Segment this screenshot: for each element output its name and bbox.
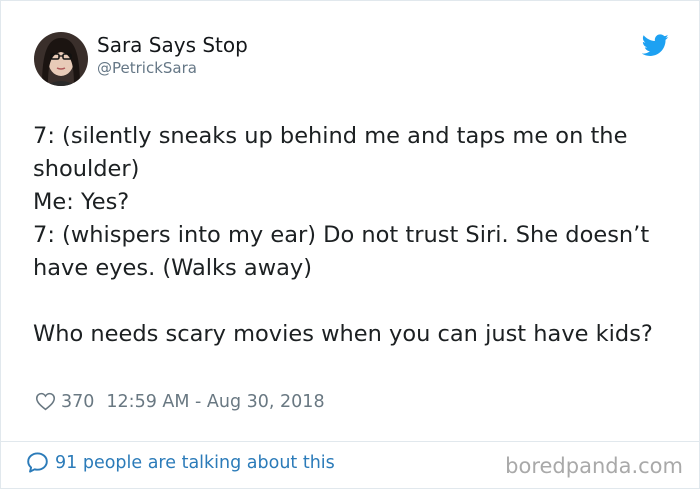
source-watermark: boredpanda.com bbox=[505, 454, 683, 478]
twitter-bird-icon[interactable] bbox=[641, 34, 669, 57]
tweet-closing-line: Who needs scary movies when you can just… bbox=[33, 321, 653, 347]
like-count[interactable]: 370 bbox=[61, 392, 94, 412]
conversation-count-text: 91 people are talking about this bbox=[55, 452, 335, 473]
conversation-link[interactable]: 91 people are talking about this bbox=[26, 451, 335, 474]
tweet-line: Me: Yes? bbox=[33, 189, 130, 215]
tweet-timestamp[interactable]: 12:59 AM - Aug 30, 2018 bbox=[106, 392, 324, 412]
tweet-line: 7: (whispers into my ear) Do not trust S… bbox=[33, 222, 650, 281]
heart-icon[interactable] bbox=[35, 391, 56, 412]
tweet-card: Sara Says Stop @PetrickSara 7: (silently… bbox=[0, 0, 700, 489]
avatar[interactable] bbox=[34, 32, 88, 86]
tweet-line: 7: (silently sneaks up behind me and tap… bbox=[33, 123, 628, 182]
tweet-text: 7: (silently sneaks up behind me and tap… bbox=[33, 120, 683, 351]
speech-bubble-icon bbox=[26, 451, 49, 474]
author-name[interactable]: Sara Says Stop bbox=[97, 33, 248, 57]
profile-photo-icon bbox=[34, 32, 88, 86]
author-handle[interactable]: @PetrickSara bbox=[97, 59, 197, 77]
footer-divider bbox=[1, 441, 699, 442]
tweet-meta: 370 12:59 AM - Aug 30, 2018 bbox=[35, 391, 325, 412]
